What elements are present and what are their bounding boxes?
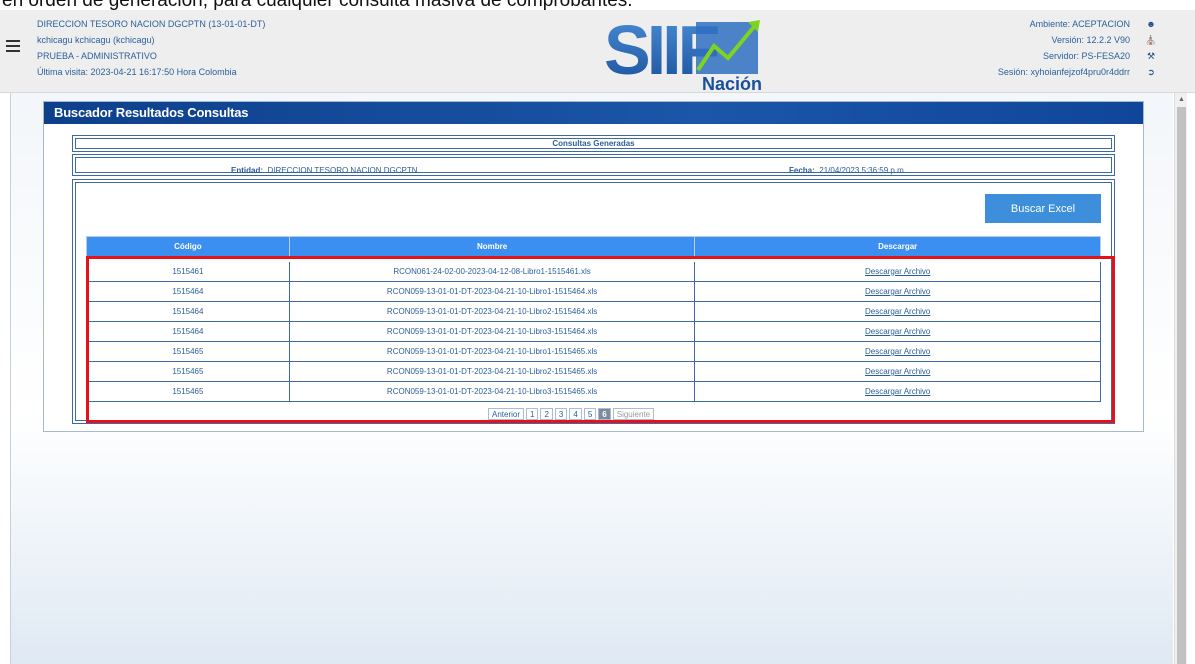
- results-table: Código Nombre Descargar 1515461 RCON061-…: [86, 236, 1101, 402]
- pager-page-2[interactable]: 2: [540, 408, 553, 420]
- download-link[interactable]: Descargar Archivo: [865, 307, 930, 316]
- logo-sub-text: Nación: [702, 74, 762, 92]
- header-descargar: Descargar: [694, 236, 1101, 257]
- siif-logo: SIIF Nación: [604, 12, 762, 92]
- pager-page-4[interactable]: 4: [569, 408, 582, 420]
- row-name: RCON059-13-01-01-DT-2023-04-21-10-Libro3…: [288, 321, 696, 342]
- system-info: Ambiente: ACEPTACION Versión: 12.2.2 V90…: [998, 16, 1130, 80]
- app-header: DIRECCION TESORO NACION DGCPTN (13-01-01…: [0, 10, 1195, 93]
- header-codigo: Código: [86, 236, 290, 257]
- document-caption: en orden de generación, para cualquier c…: [0, 0, 1195, 10]
- hamburger-menu-icon[interactable]: [6, 40, 20, 52]
- generated-title-box: Consultas Generadas: [72, 135, 1115, 152]
- user-role: PRUEBA - ADMINISTRATIVO: [37, 51, 157, 61]
- search-excel-button[interactable]: Buscar Excel: [985, 194, 1101, 223]
- row-code: 1515464: [86, 321, 290, 342]
- panel-title: Buscador Resultados Consultas: [44, 102, 1143, 124]
- scroll-up-icon[interactable]: ▲: [1178, 96, 1185, 103]
- vertical-scrollbar[interactable]: ▲: [1174, 93, 1187, 664]
- environment: Ambiente: ACEPTACION: [1029, 19, 1130, 29]
- pager-page-3[interactable]: 3: [554, 408, 568, 420]
- row-name: RCON061-24-02-00-2023-04-12-08-Libro1-15…: [288, 261, 696, 282]
- row-code: 1515465: [86, 381, 290, 402]
- header-nombre: Nombre: [288, 236, 696, 257]
- download-link[interactable]: Descargar Archivo: [865, 367, 930, 376]
- table-row: 1515464 RCON059-13-01-01-DT-2023-04-21-1…: [86, 301, 1101, 322]
- pager-page-6-current[interactable]: 6: [598, 408, 611, 420]
- table-row: 1515464 RCON059-13-01-01-DT-2023-04-21-1…: [86, 281, 1101, 302]
- entity-name: DIRECCION TESORO NACION DGCPTN (13-01-01…: [37, 19, 266, 29]
- scroll-thumb[interactable]: [1177, 107, 1186, 664]
- last-visit: Última visita: 2023-04-21 16:17:50 Hora …: [37, 67, 237, 77]
- download-link[interactable]: Descargar Archivo: [865, 267, 930, 276]
- generated-title: Consultas Generadas: [552, 139, 635, 148]
- table-row: 1515464 RCON059-13-01-01-DT-2023-04-21-1…: [86, 321, 1101, 342]
- table-row: 1515461 RCON061-24-02-00-2023-04-12-08-L…: [86, 261, 1101, 282]
- table-row: 1515465 RCON059-13-01-01-DT-2023-04-21-1…: [86, 361, 1101, 382]
- user-info: DIRECCION TESORO NACION DGCPTN (13-01-01…: [37, 16, 265, 80]
- entity-field: Entidad: DIRECCION TESORO NACION DGCPTN: [231, 166, 418, 175]
- pager-page-1[interactable]: 1: [526, 408, 539, 420]
- pager-next: Siguiente: [612, 408, 655, 420]
- session: Sesión: xyhoianfejzof4pru0r4ddrr: [997, 67, 1130, 77]
- row-code: 1515464: [86, 301, 290, 322]
- row-name: RCON059-13-01-01-DT-2023-04-21-10-Libro3…: [288, 381, 696, 402]
- pager-page-5[interactable]: 5: [583, 408, 597, 420]
- table-row: 1515465 RCON059-13-01-01-DT-2023-04-21-1…: [86, 341, 1101, 362]
- version: Versión: 12.2.2 V90: [1051, 35, 1130, 45]
- row-name: RCON059-13-01-01-DT-2023-04-21-10-Libro1…: [288, 341, 696, 362]
- row-name: RCON059-13-01-01-DT-2023-04-21-10-Libro1…: [288, 281, 696, 302]
- entity-date-box: Entidad: DIRECCION TESORO NACION DGCPTN …: [72, 154, 1115, 176]
- download-link[interactable]: Descargar Archivo: [865, 287, 930, 296]
- row-code: 1515465: [86, 341, 290, 362]
- row-code: 1515465: [86, 361, 290, 382]
- table-row: 1515465 RCON059-13-01-01-DT-2023-04-21-1…: [86, 381, 1101, 402]
- logout-icon[interactable]: ➲: [1143, 64, 1159, 80]
- row-code: 1515464: [86, 281, 290, 302]
- row-name: RCON059-13-01-01-DT-2023-04-21-10-Libro2…: [288, 301, 696, 322]
- wrench-icon[interactable]: ⚒: [1143, 48, 1159, 64]
- download-link[interactable]: Descargar Archivo: [865, 327, 930, 336]
- pager-prev[interactable]: Anterior: [488, 408, 525, 420]
- users-icon[interactable]: ☻: [1143, 16, 1159, 32]
- header-icons: ☻ ⛪ ⚒ ➲: [1143, 16, 1159, 80]
- date-field: Fecha: 21/04/2023 5:36:59 p.m.: [789, 166, 906, 175]
- row-name: RCON059-13-01-01-DT-2023-04-21-10-Libro2…: [288, 361, 696, 382]
- download-link[interactable]: Descargar Archivo: [865, 387, 930, 396]
- user-name: kchicagu kchicagu (kchicagu): [37, 35, 155, 45]
- pagination: Anterior 1 2 3 4 5 6 Siguiente: [488, 408, 655, 420]
- server: Servidor: PS-FESA20: [1042, 51, 1130, 61]
- row-code: 1515461: [86, 261, 290, 282]
- bank-icon[interactable]: ⛪: [1143, 32, 1159, 48]
- download-link[interactable]: Descargar Archivo: [865, 347, 930, 356]
